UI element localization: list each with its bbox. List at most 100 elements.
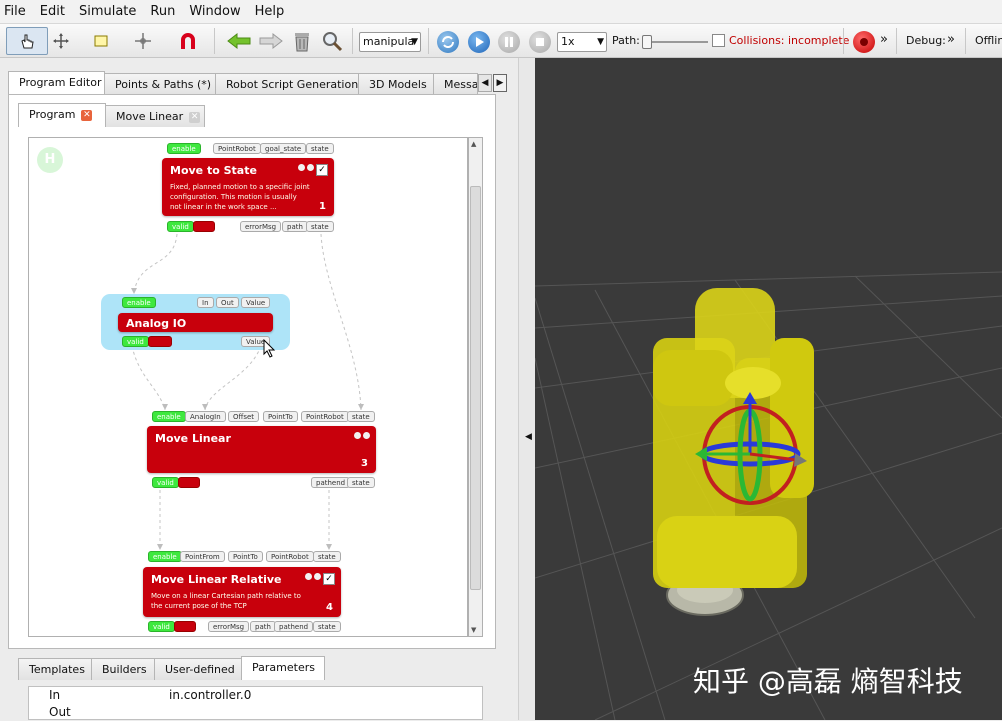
back-button[interactable]: [224, 27, 254, 55]
menu-help[interactable]: Help: [251, 0, 293, 24]
port-error[interactable]: [148, 336, 172, 347]
menu-edit[interactable]: Edit: [36, 0, 73, 24]
select-tool-button[interactable]: [6, 27, 48, 55]
port-in[interactable]: In: [197, 297, 214, 308]
scroll-up-icon[interactable]: ▲: [471, 140, 476, 148]
menu-run[interactable]: Run: [146, 0, 183, 24]
port-pointrobot[interactable]: PointRobot: [266, 551, 314, 562]
scrollbar-thumb[interactable]: [470, 186, 481, 590]
bottom-tabbar: Templates Builders User-defined Paramete…: [18, 656, 325, 682]
port-valid[interactable]: valid: [167, 221, 194, 232]
transform-tool-button[interactable]: [130, 27, 156, 55]
pan-tool-button[interactable]: [48, 27, 74, 55]
tab-scroll-right-icon[interactable]: ▶: [493, 74, 507, 92]
tab-parameters[interactable]: Parameters: [241, 656, 325, 680]
port-errormsg[interactable]: errorMsg: [208, 621, 250, 632]
port-enable[interactable]: enable: [152, 411, 186, 422]
tab-program-editor[interactable]: Program Editor: [8, 71, 105, 95]
tab-3d-models[interactable]: 3D Models: [358, 73, 434, 95]
port-out[interactable]: Out: [216, 297, 239, 308]
port-enable[interactable]: enable: [148, 551, 182, 562]
panel-splitter[interactable]: ◀: [518, 58, 535, 720]
port-error[interactable]: [174, 621, 196, 632]
rectangle-tool-button[interactable]: [88, 27, 114, 55]
port-pathend[interactable]: pathend: [274, 621, 314, 632]
port-state[interactable]: state: [313, 551, 341, 562]
table-row[interactable]: Out: [29, 704, 482, 721]
record-button[interactable]: [853, 31, 875, 53]
port-pointfrom[interactable]: PointFrom: [180, 551, 225, 562]
tab-user-defined[interactable]: User-defined: [154, 658, 242, 680]
close-icon[interactable]: ✕: [189, 111, 201, 123]
port-path[interactable]: path: [250, 621, 276, 632]
port-value[interactable]: Value: [241, 297, 271, 308]
forward-button[interactable]: [256, 27, 286, 55]
table-row[interactable]: In in.controller.0: [29, 687, 482, 704]
node-options-icon[interactable]: [303, 573, 321, 580]
port-analogin[interactable]: AnalogIn: [185, 411, 226, 422]
node-move-linear-relative[interactable]: Move Linear Relative ✓ Move on a linear …: [143, 567, 341, 617]
port-state[interactable]: state: [347, 477, 375, 488]
3d-viewport[interactable]: [535, 58, 1002, 720]
close-icon[interactable]: ✕: [81, 109, 93, 121]
home-icon[interactable]: H: [37, 147, 63, 173]
magnet-tool-button[interactable]: [174, 27, 202, 55]
port-valid[interactable]: valid: [122, 336, 149, 347]
tab-builders[interactable]: Builders: [91, 658, 155, 680]
port-pointto[interactable]: PointTo: [228, 551, 263, 562]
slider-handle[interactable]: [642, 35, 652, 49]
port-valid[interactable]: valid: [152, 477, 179, 488]
node-options-icon[interactable]: [352, 432, 370, 439]
node-enabled-checkbox[interactable]: ✓: [323, 573, 335, 585]
scroll-down-icon[interactable]: ▼: [471, 626, 476, 634]
menu-file[interactable]: File: [0, 0, 34, 24]
menu-simulate[interactable]: Simulate: [75, 0, 144, 24]
port-state[interactable]: state: [306, 221, 334, 232]
port-state[interactable]: state: [347, 411, 375, 422]
node-move-to-state[interactable]: Move to State ✓ Fixed, planned motion to…: [162, 158, 334, 216]
zoom-button[interactable]: [318, 27, 346, 55]
port-pointto[interactable]: PointTo: [263, 411, 298, 422]
param-value[interactable]: in.controller.0: [169, 687, 251, 704]
path-slider[interactable]: [642, 35, 708, 49]
reload-button[interactable]: [437, 31, 459, 53]
node-analog-io[interactable]: Analog IO: [118, 313, 273, 332]
pause-button[interactable]: [498, 31, 520, 53]
port-pointrobot[interactable]: PointRobot: [213, 143, 261, 154]
port-offset[interactable]: Offset: [228, 411, 260, 422]
tab-points-paths[interactable]: Points & Paths (*): [104, 73, 216, 95]
port-state[interactable]: state: [313, 621, 341, 632]
port-enable[interactable]: enable: [167, 143, 201, 154]
tab-scroll-left-icon[interactable]: ◀: [478, 74, 492, 92]
tab-robot-script-generation[interactable]: Robot Script Generation: [215, 73, 359, 95]
port-pathend[interactable]: pathend: [311, 477, 351, 488]
overflow-chevron-icon[interactable]: »: [947, 32, 955, 47]
port-valid[interactable]: valid: [148, 621, 175, 632]
tab-move-linear[interactable]: Move Linear ✕: [105, 105, 205, 127]
tab-program[interactable]: Program ✕: [18, 103, 106, 127]
overflow-chevron-icon[interactable]: »: [880, 32, 888, 47]
port-errormsg[interactable]: errorMsg: [240, 221, 282, 232]
tab-templates[interactable]: Templates: [18, 658, 92, 680]
graph-canvas[interactable]: H enable PointRobot goal_state state Mov…: [28, 137, 468, 637]
port-error[interactable]: [178, 477, 200, 488]
tab-messages[interactable]: Messag: [433, 73, 478, 95]
node-move-linear[interactable]: Move Linear 3: [147, 426, 376, 473]
menu-window[interactable]: Window: [185, 0, 248, 24]
stop-button[interactable]: [529, 31, 551, 53]
collapse-left-icon[interactable]: ◀: [525, 432, 532, 442]
port-goal-state[interactable]: goal_state: [260, 143, 307, 154]
port-error[interactable]: [193, 221, 215, 232]
delete-button[interactable]: [288, 27, 316, 55]
port-pointrobot[interactable]: PointRobot: [301, 411, 349, 422]
collisions-checkbox[interactable]: [712, 34, 725, 47]
port-state[interactable]: state: [306, 143, 334, 154]
port-enable[interactable]: enable: [122, 297, 156, 308]
node-options-icon[interactable]: [296, 164, 314, 171]
speed-select[interactable]: 1x ▼: [557, 32, 607, 52]
vertical-scrollbar[interactable]: ▲ ▼: [468, 137, 483, 637]
node-enabled-checkbox[interactable]: ✓: [316, 164, 328, 176]
port-path[interactable]: path: [282, 221, 308, 232]
play-button[interactable]: [468, 31, 490, 53]
manipulator-select[interactable]: manipula ▼: [359, 32, 421, 52]
